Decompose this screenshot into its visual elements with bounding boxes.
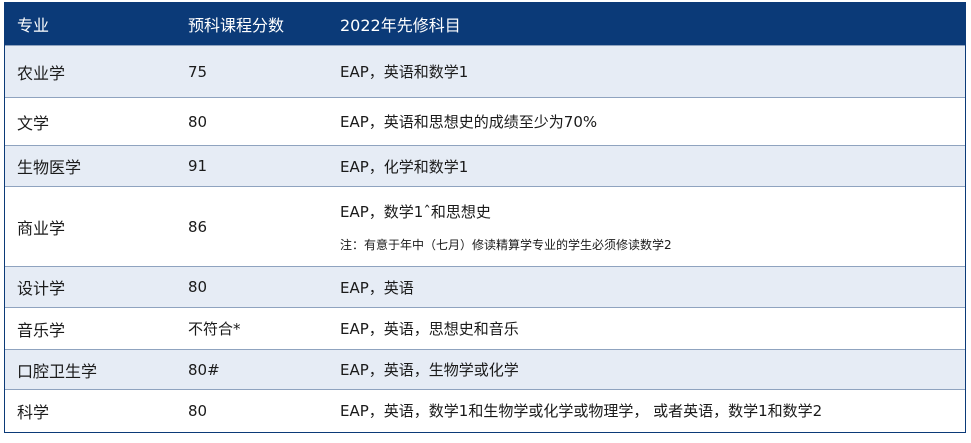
score-cell: 91 [176,145,328,187]
table-row: 农业学 75 EAP，英语和数学1 [5,45,965,98]
score-cell: 不符合* [176,307,328,350]
score-cell: 80 [176,266,328,308]
prereq-cell: EAP，数学1ˆ和思想史 注：有意于年中（七月）修读精算学专业的学生必须修读数学… [328,186,965,267]
table-row: 设计学 80 EAP，英语 [5,266,965,308]
score-cell: 86 [176,186,328,267]
table-row: 科学 80 EAP，英语，数学1和生物学或化学或物理学， 或者英语，数学1和数学… [5,389,965,432]
table-row: 文学 80 EAP，英语和思想史的成绩至少为70% [5,97,965,146]
score-cell: 80 [176,97,328,146]
prerequisites-table: 专业 预科课程分数 2022年先修科目 农业学 75 EAP，英语和数学1 文学… [5,3,965,432]
table-row: 音乐学 不符合* EAP，英语，思想史和音乐 [5,307,965,350]
table-row: 口腔卫生学 80# EAP，英语，生物学或化学 [5,349,965,390]
major-cell: 文学 [5,97,176,146]
major-cell: 音乐学 [5,307,176,350]
header-prerequisites: 2022年先修科目 [328,3,965,46]
major-cell: 口腔卫生学 [5,349,176,390]
prereq-note: 注：有意于年中（七月）修读精算学专业的学生必须修读数学2 [340,237,672,252]
prereq-cell: EAP，英语，思想史和音乐 [328,307,965,350]
major-cell: 科学 [5,389,176,432]
prerequisites-table-container: 专业 预科课程分数 2022年先修科目 农业学 75 EAP，英语和数学1 文学… [4,2,966,433]
score-cell: 75 [176,45,328,98]
prereq-cell: EAP，化学和数学1 [328,145,965,187]
prereq-cell: EAP，英语 [328,266,965,308]
score-cell: 80# [176,349,328,390]
table-row: 生物医学 91 EAP，化学和数学1 [5,145,965,187]
major-cell: 农业学 [5,45,176,98]
prereq-cell: EAP，英语，数学1和生物学或化学或物理学， 或者英语，数学1和数学2 [328,389,965,432]
header-major: 专业 [5,3,176,46]
prereq-cell: EAP，英语和思想史的成绩至少为70% [328,97,965,146]
prereq-cell: EAP，英语和数学1 [328,45,965,98]
score-cell: 80 [176,389,328,432]
header-score: 预科课程分数 [176,3,328,46]
major-cell: 设计学 [5,266,176,308]
major-cell: 商业学 [5,186,176,267]
prereq-cell: EAP，英语，生物学或化学 [328,349,965,390]
major-cell: 生物医学 [5,145,176,187]
table-header-row: 专业 预科课程分数 2022年先修科目 [5,3,965,46]
prereq-text: EAP，数学1ˆ和思想史 [340,202,491,221]
table-row: 商业学 86 EAP，数学1ˆ和思想史 注：有意于年中（七月）修读精算学专业的学… [5,186,965,267]
